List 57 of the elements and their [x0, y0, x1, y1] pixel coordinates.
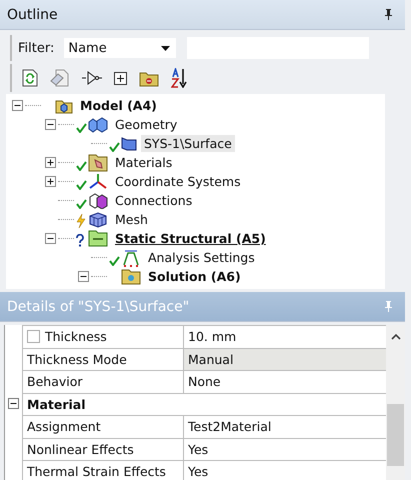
toggle-icon[interactable]	[45, 233, 56, 244]
scroll-up-icon[interactable]	[390, 333, 400, 340]
tree-item[interactable]: Analysis Settings	[145, 249, 258, 266]
check-icon	[76, 160, 87, 170]
check-icon	[76, 122, 87, 132]
tree-item[interactable]: Connections	[112, 192, 196, 209]
collapse-icon[interactable]	[8, 398, 19, 410]
tree-item[interactable]: Static Structural (A5)	[112, 230, 269, 247]
toggle-icon[interactable]	[12, 100, 23, 111]
connection-cube-icon	[88, 192, 108, 208]
axes-icon	[88, 172, 108, 190]
check-icon	[76, 198, 87, 208]
tree-item[interactable]: SYS-1\Surface	[141, 135, 235, 152]
tree-item[interactable]: Materials	[112, 154, 176, 171]
model-icon	[55, 98, 73, 114]
panel-title: Details of "SYS-1\Surface"	[7, 298, 190, 314]
expand-icon[interactable]	[114, 72, 127, 84]
check-icon	[109, 256, 120, 266]
toggle-icon[interactable]	[45, 176, 56, 187]
property-name: Behavior	[27, 374, 83, 390]
tree-item[interactable]: Geometry	[112, 116, 180, 133]
toggle-icon[interactable]	[45, 119, 56, 130]
material-folder-icon	[88, 154, 108, 172]
analysis-settings-icon	[121, 248, 141, 266]
logic-gate-icon[interactable]	[82, 70, 102, 86]
lightning-icon	[76, 214, 86, 228]
check-icon	[76, 180, 87, 190]
pin-icon[interactable]	[384, 9, 393, 20]
property-value[interactable]: Manual	[183, 348, 387, 371]
dropdown-caret-icon	[161, 46, 170, 50]
question-icon	[76, 234, 84, 246]
folder-icon[interactable]	[139, 70, 159, 86]
tree-item[interactable]: Solution (A6)	[145, 268, 244, 285]
cubes-icon	[88, 116, 108, 132]
solution-folder-icon	[121, 268, 141, 284]
mesh-icon	[88, 212, 108, 228]
property-name: Thickness	[45, 329, 107, 344]
analysis-folder-icon	[88, 230, 108, 247]
tree-item[interactable]: Mesh	[112, 211, 151, 228]
property-name: Assignment	[27, 419, 101, 434]
eraser-icon[interactable]	[50, 69, 70, 87]
panel-title: Outline	[7, 6, 58, 22]
tree-item[interactable]: Model (A4)	[77, 97, 160, 114]
property-name: Thickness Mode	[27, 352, 127, 367]
property-name: Nonlinear Effects	[27, 442, 134, 457]
filter-dropdown[interactable]: Name	[64, 38, 176, 58]
sort-icon[interactable]	[171, 68, 187, 88]
property-name: Thermal Strain Effects	[27, 464, 166, 480]
surface-icon	[121, 136, 137, 150]
checkbox[interactable]	[27, 330, 40, 344]
refresh-icon[interactable]	[22, 69, 38, 87]
toggle-icon[interactable]	[45, 157, 56, 168]
toggle-icon[interactable]	[78, 271, 89, 282]
check-icon	[109, 142, 120, 152]
filter-label: Filter:	[18, 40, 54, 56]
scrollbar[interactable]	[386, 325, 405, 480]
tree-item[interactable]: Coordinate Systems	[112, 173, 244, 190]
